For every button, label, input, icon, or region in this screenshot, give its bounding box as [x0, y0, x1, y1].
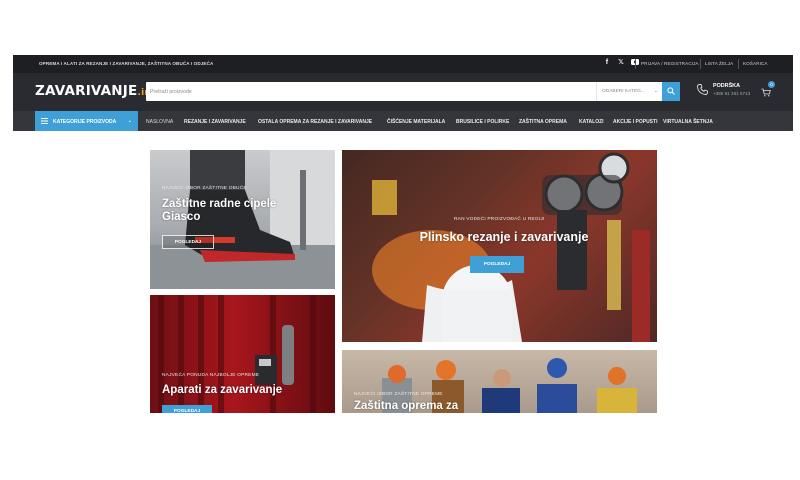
facebook-icon[interactable]: f — [603, 59, 611, 67]
search-button[interactable] — [662, 82, 680, 101]
chevron-down-icon: ⌄ — [127, 118, 132, 124]
wishlist-link[interactable]: LISTA ŽELJA — [705, 61, 733, 66]
support-phone: +385 91 261 5713 — [713, 91, 751, 96]
logo-main: ZAVARIVANJE — [35, 83, 138, 99]
website: OPREMA I ALATI ZA REZANJE I ZAVARIVANJE,… — [13, 55, 793, 413]
search-icon — [667, 87, 675, 95]
nav-item-brusilice[interactable]: BRUSILICE I POLIRKE — [456, 119, 509, 125]
divider — [635, 59, 636, 69]
search-input[interactable] — [150, 84, 590, 99]
login-link[interactable]: PRIJAVA / REGISTRACIJA — [641, 61, 699, 66]
view-button[interactable]: POGLEDAJ — [470, 256, 524, 273]
view-button[interactable]: POGLEDAJ — [162, 405, 212, 413]
gas-cutting-image — [342, 150, 657, 342]
cart-icon — [761, 88, 771, 97]
cart-link[interactable]: KOŠARICA — [743, 61, 768, 66]
social-links: f 𝕏 — [603, 59, 639, 67]
nav-item-ciscenje[interactable]: ČIŠĆENJE MATERIJALA — [387, 119, 445, 125]
chevron-down-icon: ⌄ — [653, 88, 658, 94]
categories-button-label: KATEGORIJE PROIZVODA — [53, 119, 117, 125]
promo-text: OPREMA I ALATI ZA REZANJE I ZAVARIVANJE,… — [39, 61, 214, 66]
header: ZAVARIVANJE.info ODABERI KATEG... ⌄ PODR… — [13, 73, 793, 111]
categories-button[interactable]: KATEGORIJE PROIZVODA ⌄ — [35, 111, 138, 131]
top-bar: OPREMA I ALATI ZA REZANJE I ZAVARIVANJE,… — [13, 55, 793, 73]
category-select[interactable]: ODABERI KATEG... ⌄ — [596, 82, 662, 101]
nav-item-naslovna[interactable]: NASLOVNA — [146, 119, 173, 125]
banner-protective-equipment[interactable]: NAJVEĆI IZBOR ZAŠTITNE OPREME Zaštitna o… — [342, 350, 657, 413]
nav-item-ostala-oprema[interactable]: OSTALA OPREMA ZA REZANJE I ZAVARIVANJE — [258, 119, 372, 125]
category-select-value: ODABERI KATEG... — [602, 89, 645, 94]
banner-subtitle: NAJVEĆI IZBOR ZAŠTITNE OPREME — [354, 392, 443, 397]
banner-gas-cutting[interactable]: RAN VODEĆI PROIZVOĐAČ U REGIJI Plinsko r… — [342, 150, 657, 342]
nav-item-akcije[interactable]: AKCIJE I POPUSTI — [613, 119, 657, 125]
support-contact[interactable]: PODRŠKA +385 91 261 5713 — [696, 82, 756, 102]
nav-item-katalozi[interactable]: KATALOZI — [579, 119, 604, 125]
nav-item-virtualna-setnja[interactable]: VIRTUALNA ŠETNJA — [663, 119, 713, 125]
search-bar: ODABERI KATEG... ⌄ — [146, 82, 676, 101]
site-logo[interactable]: ZAVARIVANJE.info — [35, 83, 161, 99]
divider — [700, 59, 701, 69]
banner-safety-shoes[interactable]: NAJVEĆI IZBOR ZAŠTITNE OBUĆE Zaštitne ra… — [150, 150, 335, 289]
nav-item-rezanje-zavarivanje[interactable]: REZANJE I ZAVARIVANJE — [184, 119, 246, 125]
banner-subtitle: NAJVEĆA PONUDA NAJBOLJE OPREME — [162, 373, 260, 378]
x-icon[interactable]: 𝕏 — [617, 59, 625, 67]
nav-item-zastitna-oprema[interactable]: ZAŠTITNA OPREMA — [519, 119, 567, 125]
banner-title: Zaštitne radne cipele Giasco — [162, 198, 277, 223]
support-label: PODRŠKA — [713, 83, 740, 89]
banner-subtitle: RAN VODEĆI PROIZVOĐAČ U REGIJI — [454, 217, 545, 222]
menu-icon — [41, 118, 48, 124]
phone-icon — [697, 84, 708, 95]
main-navigation: KATEGORIJE PROIZVODA ⌄ NASLOVNA REZANJE … — [13, 111, 793, 131]
cart-button[interactable]: 0 — [761, 81, 775, 102]
view-button[interactable]: POGLEDAJ — [162, 235, 214, 249]
cart-count-badge: 0 — [768, 81, 775, 88]
banner-title: Aparati za zavarivanje — [162, 384, 283, 396]
banner-title: Zaštitna oprema za — [354, 400, 459, 412]
banner-subtitle: NAJVEĆI IZBOR ZAŠTITNE OBUĆE — [162, 186, 247, 191]
banner-welding-machines[interactable]: NAJVEĆA PONUDA NAJBOLJE OPREME Aparati z… — [150, 295, 335, 413]
banner-title: Plinsko rezanje i zavarivanje — [419, 230, 589, 244]
divider — [738, 59, 739, 69]
